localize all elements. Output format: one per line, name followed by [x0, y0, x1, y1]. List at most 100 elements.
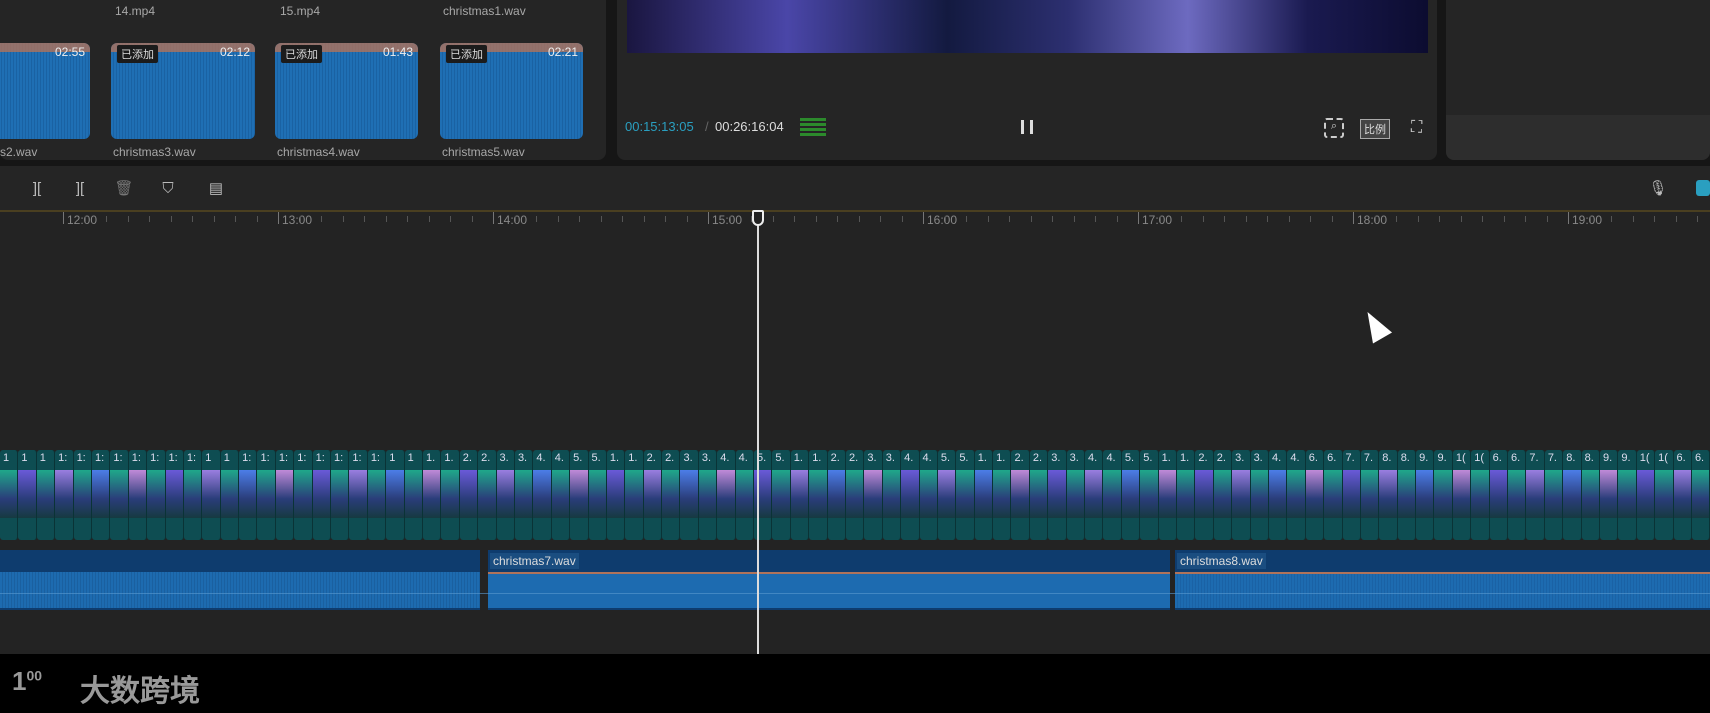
video-clip[interactable]: 2.	[662, 450, 681, 540]
audio-clip[interactable]	[0, 550, 480, 610]
video-clip[interactable]: 1.	[441, 450, 460, 540]
video-clip[interactable]: 3.	[1232, 450, 1251, 540]
video-clip[interactable]: 1(	[1655, 450, 1674, 540]
video-clip[interactable]: 5.	[937, 450, 957, 540]
video-clip[interactable]: 1:	[165, 450, 184, 540]
video-clip[interactable]: 3.	[1066, 450, 1086, 540]
media-item[interactable]: 02:55	[0, 43, 90, 139]
video-clip[interactable]: 3.	[680, 450, 699, 540]
video-clip[interactable]: 6.	[1691, 450, 1710, 540]
video-clip[interactable]: 4.	[735, 450, 755, 540]
video-clip[interactable]: 5.	[588, 450, 607, 540]
video-clip[interactable]: 4.	[901, 450, 920, 540]
video-clip[interactable]: 1:	[312, 450, 332, 540]
video-clip[interactable]: 7.	[1544, 450, 1564, 540]
video-clip[interactable]: 1:	[147, 450, 166, 540]
video-clip[interactable]: 8.	[1563, 450, 1582, 540]
video-clip[interactable]: 1.	[993, 450, 1012, 540]
video-clip[interactable]: 8.	[1379, 450, 1398, 540]
media-item[interactable]: 已添加 02:12	[111, 43, 255, 139]
video-clip[interactable]: 3.	[882, 450, 902, 540]
video-clip[interactable]: 6.	[1305, 450, 1325, 540]
video-clip[interactable]: 9.	[1416, 450, 1435, 540]
video-clip[interactable]: 1:	[128, 450, 148, 540]
video-clip[interactable]: 2.	[643, 450, 663, 540]
video-clip[interactable]: 6.	[1508, 450, 1527, 540]
video-clip[interactable]: 1.	[974, 450, 994, 540]
video-clip[interactable]: 1:	[183, 450, 203, 540]
video-clip[interactable]: 5.	[570, 450, 589, 540]
video-clip[interactable]: 5.	[956, 450, 975, 540]
video-clip[interactable]: 1(	[1452, 450, 1472, 540]
video-clip[interactable]: 2.	[1195, 450, 1214, 540]
video-clip[interactable]: 1.	[422, 450, 442, 540]
video-clip[interactable]: 1	[220, 450, 240, 540]
ratio-button[interactable]: 比例	[1360, 119, 1390, 139]
video-clip[interactable]: 4.	[551, 450, 571, 540]
zoom-fit-icon[interactable]: ⌕	[1324, 118, 1344, 138]
video-clip[interactable]: 1:	[73, 450, 92, 540]
clear-icon[interactable]: ▤	[206, 178, 226, 198]
video-clip[interactable]: 1.	[809, 450, 828, 540]
video-clip[interactable]: 7.	[1360, 450, 1380, 540]
video-clip[interactable]: 1.	[625, 450, 644, 540]
video-clip[interactable]: 4.	[919, 450, 938, 540]
video-clip[interactable]: 4.	[1268, 450, 1288, 540]
playhead-handle[interactable]	[752, 210, 764, 226]
video-clip[interactable]: 1:	[257, 450, 276, 540]
video-clip[interactable]: 1:	[275, 450, 295, 540]
video-clip[interactable]: 1:	[367, 450, 387, 540]
video-clip[interactable]: 3.	[514, 450, 534, 540]
video-clip[interactable]: 2.	[459, 450, 479, 540]
video-clip[interactable]: 8.	[1397, 450, 1417, 540]
video-clip[interactable]: 7.	[1342, 450, 1361, 540]
media-item[interactable]: 已添加 01:43	[275, 43, 418, 139]
video-clip[interactable]: 3.	[1250, 450, 1269, 540]
video-clip[interactable]: 5.	[772, 450, 791, 540]
video-clip[interactable]: 1:	[110, 450, 129, 540]
pause-button[interactable]	[1021, 120, 1033, 134]
video-clip[interactable]: 3.	[698, 450, 718, 540]
marker-icon[interactable]: ⛉	[158, 178, 178, 198]
video-clip[interactable]: 4.	[1085, 450, 1104, 540]
video-clip[interactable]: 1:	[294, 450, 313, 540]
video-clip[interactable]: 1	[202, 450, 221, 540]
video-clip[interactable]: 1(	[1471, 450, 1490, 540]
video-clip[interactable]: 1	[36, 450, 56, 540]
video-clip[interactable]: 1	[0, 450, 19, 540]
video-clip[interactable]: 3.	[1048, 450, 1067, 540]
video-clip[interactable]: 1	[404, 450, 423, 540]
video-clip[interactable]: 9.	[1618, 450, 1637, 540]
media-item[interactable]: 已添加 02:21	[440, 43, 583, 139]
video-clip[interactable]: 2.	[1011, 450, 1030, 540]
video-clip[interactable]: 2.	[827, 450, 846, 540]
video-clip[interactable]: 3.	[864, 450, 883, 540]
split-right-icon[interactable]: ][	[70, 178, 90, 198]
video-clip[interactable]: 4.	[533, 450, 552, 540]
video-clip[interactable]: 1.	[790, 450, 810, 540]
split-left-icon[interactable]: ][	[27, 178, 47, 198]
video-clip[interactable]: 6.	[1673, 450, 1692, 540]
video-track[interactable]: 1 1 1 1: 1: 1: 1: 1: 1: 1: 1: 1 1 1: 1: 1: 1: 1: 1: 1: 1: 1 1 1…	[0, 450, 1710, 540]
microphone-icon[interactable]: 🎙	[1648, 178, 1668, 198]
track-toggle[interactable]	[1696, 180, 1710, 196]
audio-clip[interactable]: christmas8.wav	[1175, 550, 1710, 610]
video-clip[interactable]: 1:	[55, 450, 74, 540]
video-clip[interactable]: 8.	[1581, 450, 1600, 540]
video-clip[interactable]: 1	[386, 450, 405, 540]
video-clip[interactable]: 7.	[1526, 450, 1545, 540]
video-clip[interactable]: 1(	[1636, 450, 1656, 540]
video-clip[interactable]: 2.	[478, 450, 497, 540]
video-clip[interactable]: 3.	[496, 450, 515, 540]
video-clip[interactable]: 5.	[1121, 450, 1141, 540]
video-clip[interactable]: 9.	[1434, 450, 1453, 540]
playhead[interactable]	[757, 216, 759, 654]
audio-track[interactable]: christmas7.wav christmas8.wav	[0, 550, 1710, 610]
video-clip[interactable]: 1.	[606, 450, 626, 540]
video-clip[interactable]: 2.	[1213, 450, 1233, 540]
video-clip[interactable]: 4.	[1287, 450, 1306, 540]
video-clip[interactable]: 2.	[1029, 450, 1049, 540]
video-clip[interactable]: 1:	[91, 450, 111, 540]
video-clip[interactable]: 9.	[1599, 450, 1619, 540]
fullscreen-icon[interactable]: ⛶	[1411, 119, 1422, 137]
